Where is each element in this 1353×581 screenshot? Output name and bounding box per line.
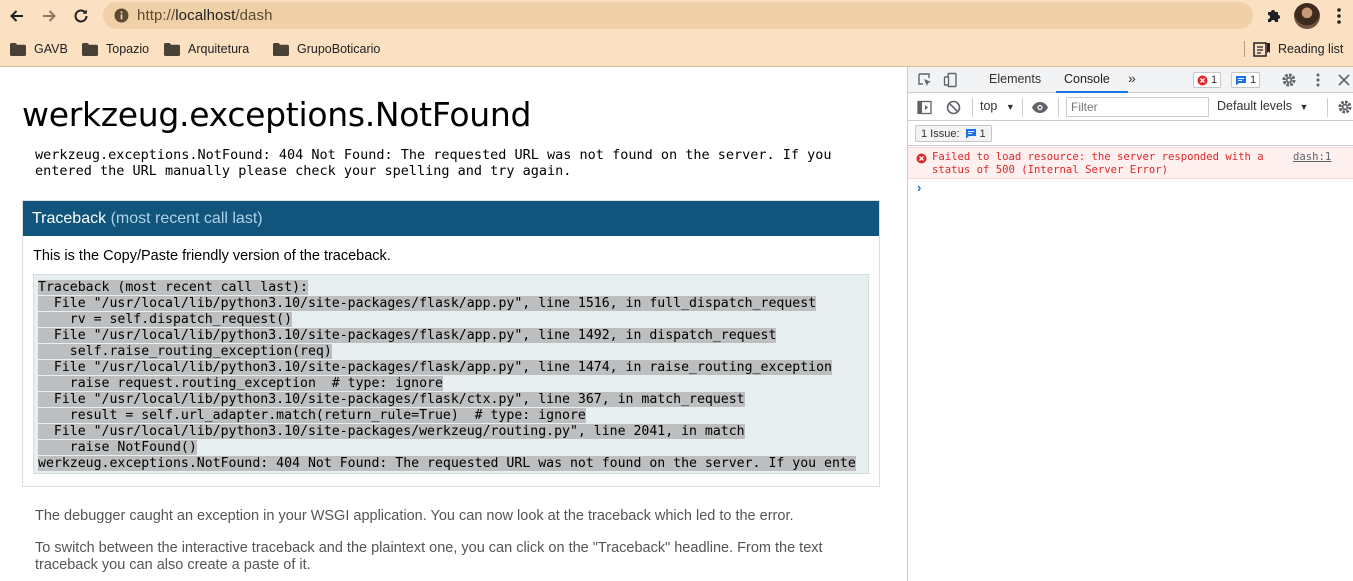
message-count-badge[interactable]: 1 (1231, 72, 1261, 88)
plaintext-traceback[interactable]: Traceback (most recent call last): File … (33, 274, 869, 474)
reading-list-icon (1253, 41, 1270, 57)
traceback-line: File "/usr/local/lib/python3.10/site-pac… (38, 296, 817, 311)
reload-button[interactable] (69, 4, 93, 28)
console-prompt-chevron-icon[interactable]: › (917, 180, 921, 195)
error-icon (916, 153, 927, 164)
console-error-message: Failed to load resource: the server resp… (908, 147, 1353, 179)
traceback-title: Traceback (32, 210, 107, 227)
console-settings-gear-icon[interactable] (1337, 99, 1353, 115)
debugger-explanation: The debugger caught an exception in your… (35, 508, 794, 524)
reading-list-button[interactable]: Reading list (1244, 40, 1343, 58)
traceback-subtitle: (most recent call last) (110, 210, 263, 227)
live-expression-eye-icon[interactable] (1031, 101, 1049, 114)
bookmark-folder-grupoboticario[interactable]: GrupoBoticario (273, 40, 380, 58)
arrow-right-icon (43, 10, 56, 22)
extensions-puzzle-icon[interactable] (1264, 6, 1284, 26)
bookmark-folder-topazio[interactable]: Topazio (82, 40, 149, 58)
sidebar-toggle-icon[interactable] (917, 100, 932, 115)
page-title: werkzeug.exceptions.NotFound (22, 95, 532, 134)
devtools-panel: Elements Console » 1 1 top ▼ Default lev… (907, 67, 1353, 581)
info-icon[interactable] (113, 7, 130, 24)
traceback-line: File "/usr/local/lib/python3.10/site-pac… (38, 360, 832, 375)
traceback-line: File "/usr/local/lib/python3.10/site-pac… (38, 424, 745, 439)
back-button[interactable] (5, 4, 29, 28)
devtools-tab-bar: Elements Console » 1 1 (908, 67, 1353, 93)
device-toolbar-icon[interactable] (943, 72, 959, 88)
traceback-line: File "/usr/local/lib/python3.10/site-pac… (38, 392, 745, 407)
browser-toolbar: http://localhost/dash (0, 0, 1353, 32)
log-levels-dropdown[interactable]: Default levels ▼ (1217, 99, 1308, 113)
traceback-line: raise NotFound() (38, 440, 197, 455)
traceback-line: File "/usr/local/lib/python3.10/site-pac… (38, 328, 777, 343)
traceback-line: result = self.url_adapter.match(return_r… (38, 408, 586, 423)
debugger-help: To switch between the interactive traceb… (35, 540, 823, 573)
divider (1244, 41, 1245, 57)
chevron-down-icon: ▼ (1299, 102, 1309, 112)
traceback-headline[interactable]: Traceback (most recent call last) (23, 201, 879, 236)
traceback-line: rv = self.dispatch_request() (38, 312, 293, 327)
folder-icon (82, 42, 98, 56)
page-content: werkzeug.exceptions.NotFound werkzeug.ex… (0, 67, 907, 581)
console-filter-input[interactable] (1066, 97, 1209, 117)
reload-icon (74, 9, 88, 23)
traceback-text: Traceback (most recent call last): File … (38, 280, 856, 472)
more-tabs-chevron-icon[interactable]: » (1128, 70, 1136, 86)
tab-console[interactable]: Console (1064, 72, 1110, 86)
divider (1058, 98, 1059, 117)
traceback-line: Traceback (most recent call last): (38, 280, 308, 295)
issues-bar: 1 Issue: 1 (908, 122, 1353, 146)
context-selector[interactable]: top ▼ (980, 99, 1015, 113)
tab-elements[interactable]: Elements (989, 72, 1041, 86)
console-error-source-link[interactable]: dash:1 (1293, 151, 1331, 163)
folder-icon (273, 42, 289, 56)
divider (1022, 98, 1023, 117)
more-menu-icon[interactable] (1330, 6, 1348, 26)
traceback-line: raise request.routing_exception # type: … (38, 376, 443, 391)
message-icon (1236, 75, 1246, 85)
divider (972, 98, 973, 117)
bookmark-folder-arquitetura[interactable]: Arquitetura (164, 40, 249, 58)
folder-icon (164, 42, 180, 56)
chevron-down-icon: ▼ (1005, 102, 1015, 112)
close-devtools-icon[interactable] (1337, 73, 1351, 87)
error-message: werkzeug.exceptions.NotFound: 404 Not Fo… (35, 147, 832, 179)
traceback-line: self.raise_routing_exception(req) (38, 344, 332, 359)
arrow-left-icon (10, 10, 23, 22)
address-bar[interactable]: http://localhost/dash (103, 2, 1253, 29)
traceback-intro: This is the Copy/Paste friendly version … (33, 248, 391, 264)
url-text: http://localhost/dash (137, 7, 273, 24)
clear-console-icon[interactable] (946, 100, 961, 115)
message-icon (965, 129, 976, 139)
divider (1327, 98, 1328, 117)
error-count-badge[interactable]: 1 (1193, 72, 1222, 88)
traceback-panel: Traceback (most recent call last) This i… (22, 200, 880, 487)
issues-button[interactable]: 1 Issue: 1 (915, 125, 992, 142)
bookmarks-bar: GAVB Topazio Arquitetura GrupoBoticario … (0, 32, 1353, 67)
profile-avatar[interactable] (1294, 3, 1320, 29)
forward-button[interactable] (37, 4, 61, 28)
settings-gear-icon[interactable] (1281, 72, 1297, 88)
bookmark-folder-gavb[interactable]: GAVB (10, 40, 68, 58)
error-icon (1197, 75, 1208, 85)
customize-menu-icon[interactable] (1312, 72, 1324, 88)
folder-icon (10, 42, 26, 56)
active-tab-indicator (1056, 91, 1128, 93)
console-error-text: Failed to load resource: the server resp… (932, 151, 1264, 176)
traceback-line: werkzeug.exceptions.NotFound: 404 Not Fo… (38, 456, 856, 471)
inspect-element-icon[interactable] (917, 72, 933, 88)
console-toolbar: top ▼ Default levels ▼ (908, 94, 1353, 121)
